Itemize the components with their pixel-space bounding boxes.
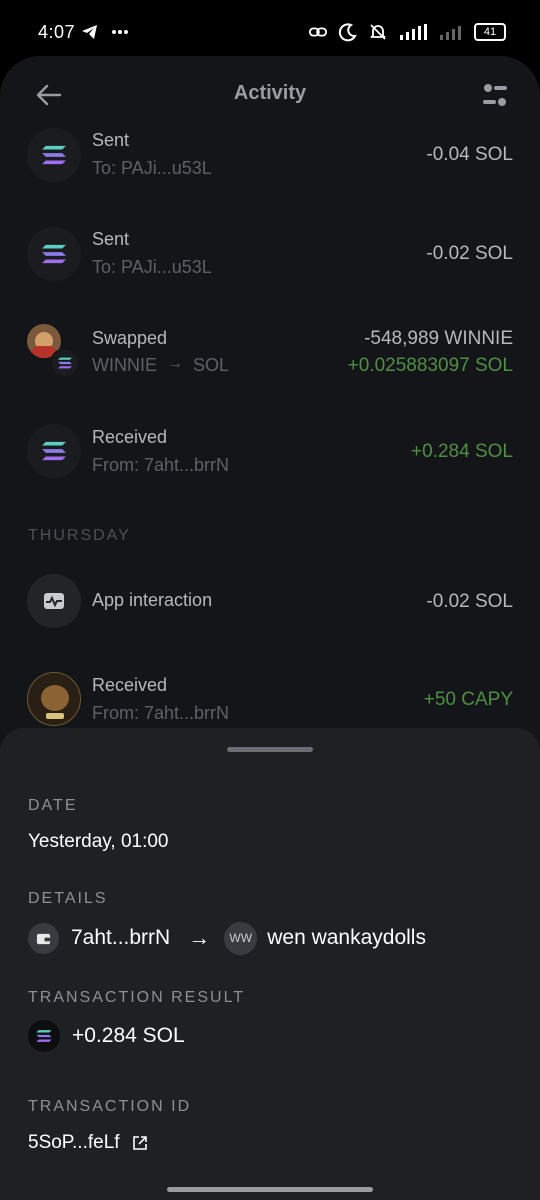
status-time: 4:07 (38, 22, 76, 42)
transaction-amount-received: +0.025883097 SOL (347, 355, 513, 376)
moon-icon (338, 23, 357, 42)
transaction-amount: -0.02 SOL (426, 591, 513, 612)
transaction-row[interactable]: Received From: 7aht...brrN +0.284 SOL (0, 422, 540, 502)
arrow-right-icon: → (188, 925, 211, 950)
status-right-icons: 41 (308, 22, 506, 42)
battery-icon: 41 (474, 23, 506, 41)
transaction-subtitle: From: 7aht...brrN (92, 703, 230, 723)
transaction-result-row: +0.284 SOL (28, 1020, 185, 1052)
transaction-subtitle: To: PAJi...u53L (92, 158, 212, 178)
telegram-icon (82, 25, 97, 39)
transaction-detail-sheet: DATE Yesterday, 01:00 DETAILS 7aht...brr… (0, 728, 540, 1200)
transaction-subtitle: From: 7aht...brrN (92, 455, 230, 475)
solana-icon (27, 128, 81, 182)
more-dots-icon (112, 30, 128, 34)
solana-icon (50, 348, 80, 378)
status-bar: 4:07 41 (0, 0, 540, 62)
capy-token-avatar (27, 672, 81, 726)
solana-icon (27, 424, 81, 478)
transaction-amount: -0.04 SOL (426, 144, 513, 165)
transaction-amount: +50 CAPY (423, 689, 513, 710)
solana-icon (28, 1020, 60, 1052)
recipient-name[interactable]: wen wankaydolls (267, 926, 426, 950)
sheet-drag-handle[interactable] (227, 747, 313, 752)
bell-off-icon (370, 24, 386, 40)
transaction-result-label: TRANSACTION RESULT (28, 989, 246, 1006)
transaction-id-row[interactable]: 5SoP...feLf (28, 1132, 148, 1154)
transaction-subtitle: To: PAJi...u53L (92, 257, 212, 277)
header: Activity (0, 60, 540, 130)
transaction-title: Received (92, 427, 168, 447)
swap-pair: WINNIE → SOL (92, 355, 229, 376)
recipient-avatar: WW (224, 921, 258, 955)
transaction-result-value: +0.284 SOL (72, 1024, 185, 1047)
sender-address[interactable]: 7aht...brrN (71, 926, 170, 950)
details-label: DETAILS (28, 890, 108, 907)
details-row: 7aht...brrN → WW wen wankaydolls (28, 921, 426, 955)
date-value: Yesterday, 01:00 (28, 831, 169, 852)
transaction-row[interactable]: Swapped WINNIE → SOL -548,989 WINNIE +0.… (0, 322, 540, 402)
transaction-id-value[interactable]: 5SoP...feLf (28, 1132, 120, 1154)
transaction-amount: +0.284 SOL (411, 441, 513, 462)
status-left-icons (80, 22, 130, 42)
home-indicator[interactable] (167, 1187, 373, 1192)
transaction-row[interactable]: Sent To: PAJi...u53L -0.04 SOL (0, 126, 540, 206)
filter-icon[interactable] (480, 80, 510, 110)
transaction-amount: -548,989 WINNIE (364, 328, 513, 349)
transaction-amount: -0.02 SOL (426, 243, 513, 264)
swap-to-token: SOL (193, 355, 230, 375)
transaction-row[interactable]: App interaction -0.02 SOL (0, 574, 540, 654)
signal-icon (400, 24, 427, 40)
section-header-thursday: THURSDAY (28, 527, 131, 544)
swap-from-token: WINNIE (92, 355, 157, 375)
transaction-title: Swapped (92, 328, 168, 348)
transaction-title: Received (92, 675, 168, 695)
transaction-row[interactable]: Sent To: PAJi...u53L -0.02 SOL (0, 225, 540, 305)
activity-icon (27, 574, 81, 628)
page-title: Activity (233, 82, 307, 104)
transaction-id-label: TRANSACTION ID (28, 1098, 192, 1115)
swap-arrow-icon: → (167, 355, 183, 372)
battery-level: 41 (483, 26, 497, 38)
solana-icon (27, 227, 81, 281)
transaction-title: Sent (92, 229, 130, 249)
transaction-title: Sent (92, 130, 130, 150)
wallet-icon (28, 922, 59, 954)
transaction-title: App interaction (92, 590, 213, 610)
link-icon (308, 27, 328, 37)
signal-icon (440, 26, 461, 40)
date-label: DATE (28, 797, 78, 814)
external-link-icon[interactable] (132, 1135, 148, 1151)
